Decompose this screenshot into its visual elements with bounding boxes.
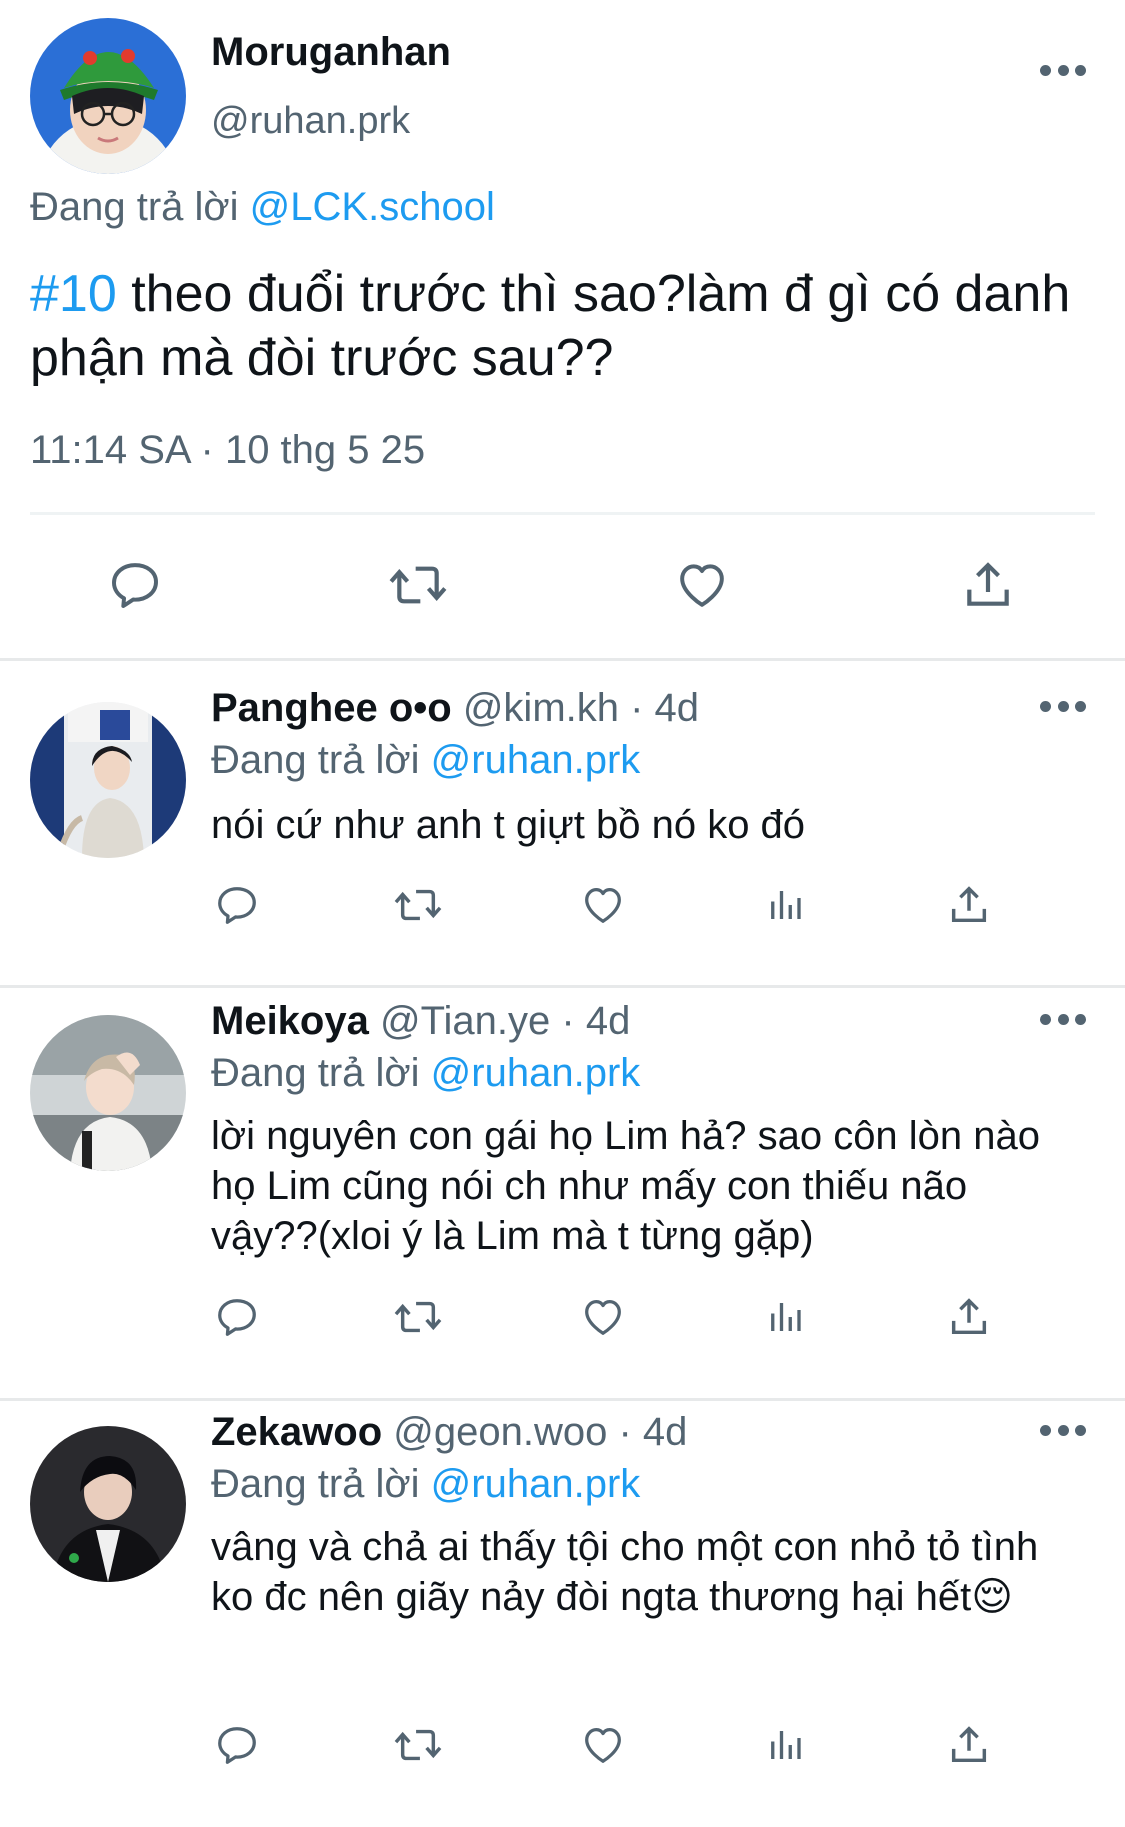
reply-header: Zekawoo @geon.woo · 4d <box>211 1410 687 1455</box>
replying-to: Đang trả lời @LCK.school <box>30 185 495 230</box>
divider <box>30 512 1095 515</box>
avatar-green-hat-icon <box>30 18 186 174</box>
reply-header: Panghee o•o @kim.kh · 4d <box>211 686 699 731</box>
replying-to: Đang trả lời @ruhan.prk <box>211 1462 640 1507</box>
replying-prefix: Đang trả lời <box>211 738 420 782</box>
like-button[interactable] <box>672 555 732 615</box>
share-button[interactable] <box>958 555 1018 615</box>
like-icon <box>585 1728 621 1763</box>
section-divider <box>0 1398 1125 1401</box>
replying-to-link[interactable]: @ruhan.prk <box>431 1051 641 1095</box>
more-options-icon[interactable] <box>1040 698 1086 714</box>
like-icon <box>585 1300 621 1335</box>
like-button[interactable] <box>578 1291 628 1343</box>
avatar-street-icon <box>30 1015 186 1171</box>
retweet-button[interactable] <box>390 879 446 931</box>
views-icon <box>771 891 801 919</box>
reply-text: vâng và chả ai thấy tội cho một con nhỏ … <box>211 1525 1039 1619</box>
more-options-icon[interactable] <box>1040 1422 1086 1438</box>
user-handle[interactable]: @Tian.ye · 4d <box>380 999 630 1043</box>
timestamp[interactable]: 11:14 SA · 10 thg 5 25 <box>30 428 425 473</box>
more-options-icon[interactable] <box>1040 1011 1086 1027</box>
main-tweet: Moruganhan @ruhan.prk Đang trả lời @LCK.… <box>0 0 1125 660</box>
display-name[interactable]: Moruganhan <box>211 30 451 75</box>
views-button[interactable] <box>762 1719 808 1771</box>
reply-button[interactable] <box>105 555 165 615</box>
replying-to-link[interactable]: @ruhan.prk <box>431 1462 641 1506</box>
replying-to: Đang trả lời @ruhan.prk <box>211 738 640 783</box>
share-button[interactable] <box>944 1719 994 1771</box>
views-button[interactable] <box>762 879 808 931</box>
retweet-icon <box>394 889 442 921</box>
avatar[interactable] <box>30 1015 186 1171</box>
reply-icon <box>218 887 256 924</box>
display-name[interactable]: Zekawoo <box>211 1410 382 1454</box>
retweet-icon <box>394 1301 442 1333</box>
avatar-dark-jacket-icon <box>30 1426 186 1582</box>
retweet-icon <box>389 566 447 604</box>
share-button[interactable] <box>944 879 994 931</box>
display-name[interactable]: Meikoya <box>211 999 369 1043</box>
replying-prefix: Đang trả lời <box>211 1051 420 1095</box>
reply-button[interactable] <box>212 1291 262 1343</box>
retweet-icon <box>394 1729 442 1761</box>
share-icon <box>967 562 1009 606</box>
tweet-body: theo đuổi trước thì sao?làm đ gì có danh… <box>30 265 1071 387</box>
avatar[interactable] <box>30 1426 186 1582</box>
reply-button[interactable] <box>212 1719 262 1771</box>
user-handle[interactable]: @kim.kh · 4d <box>463 686 699 730</box>
like-button[interactable] <box>578 1719 628 1771</box>
more-options-icon[interactable] <box>1040 62 1086 78</box>
replying-to-link[interactable]: @ruhan.prk <box>431 738 641 782</box>
retweet-button[interactable] <box>390 1719 446 1771</box>
reply-icon <box>218 1299 256 1336</box>
hashtag-link[interactable]: #10 <box>30 265 117 323</box>
user-handle[interactable]: @geon.woo · 4d <box>393 1410 687 1454</box>
display-name[interactable]: Panghee o•o <box>211 686 452 730</box>
share-icon <box>951 886 987 923</box>
avatar-white-hoodie-icon <box>30 702 186 858</box>
replying-prefix: Đang trả lời <box>211 1462 420 1506</box>
reply-header: Meikoya @Tian.ye · 4d <box>211 999 630 1044</box>
like-icon <box>585 888 621 923</box>
share-icon <box>951 1726 987 1763</box>
replying-prefix: Đang trả lời <box>30 185 239 229</box>
reply-text: nói cứ như anh t giựt bồ nó ko đó <box>211 803 806 847</box>
reply-icon <box>112 563 158 608</box>
tweet-text: #10 theo đuổi trước thì sao?làm đ gì có … <box>30 262 1090 390</box>
like-icon <box>680 564 724 607</box>
like-button[interactable] <box>578 879 628 931</box>
replying-to-link[interactable]: @LCK.school <box>250 185 495 229</box>
retweet-button[interactable] <box>385 555 451 615</box>
section-divider <box>0 985 1125 988</box>
replying-to: Đang trả lời @ruhan.prk <box>211 1051 640 1096</box>
views-icon <box>771 1303 801 1331</box>
reply-icon <box>218 1727 256 1764</box>
avatar[interactable] <box>30 18 186 174</box>
reply-tweet[interactable]: Panghee o•o @kim.kh · 4d Đang trả lời @r… <box>0 660 1125 985</box>
avatar[interactable] <box>30 702 186 858</box>
share-icon <box>951 1298 987 1335</box>
share-button[interactable] <box>944 1291 994 1343</box>
user-handle[interactable]: @ruhan.prk <box>211 100 410 143</box>
views-icon <box>771 1731 801 1759</box>
reply-button[interactable] <box>212 879 262 931</box>
reply-text: lời nguyên con gái họ Lim hả? sao côn lò… <box>211 1114 1041 1258</box>
retweet-button[interactable] <box>390 1291 446 1343</box>
views-button[interactable] <box>762 1291 808 1343</box>
